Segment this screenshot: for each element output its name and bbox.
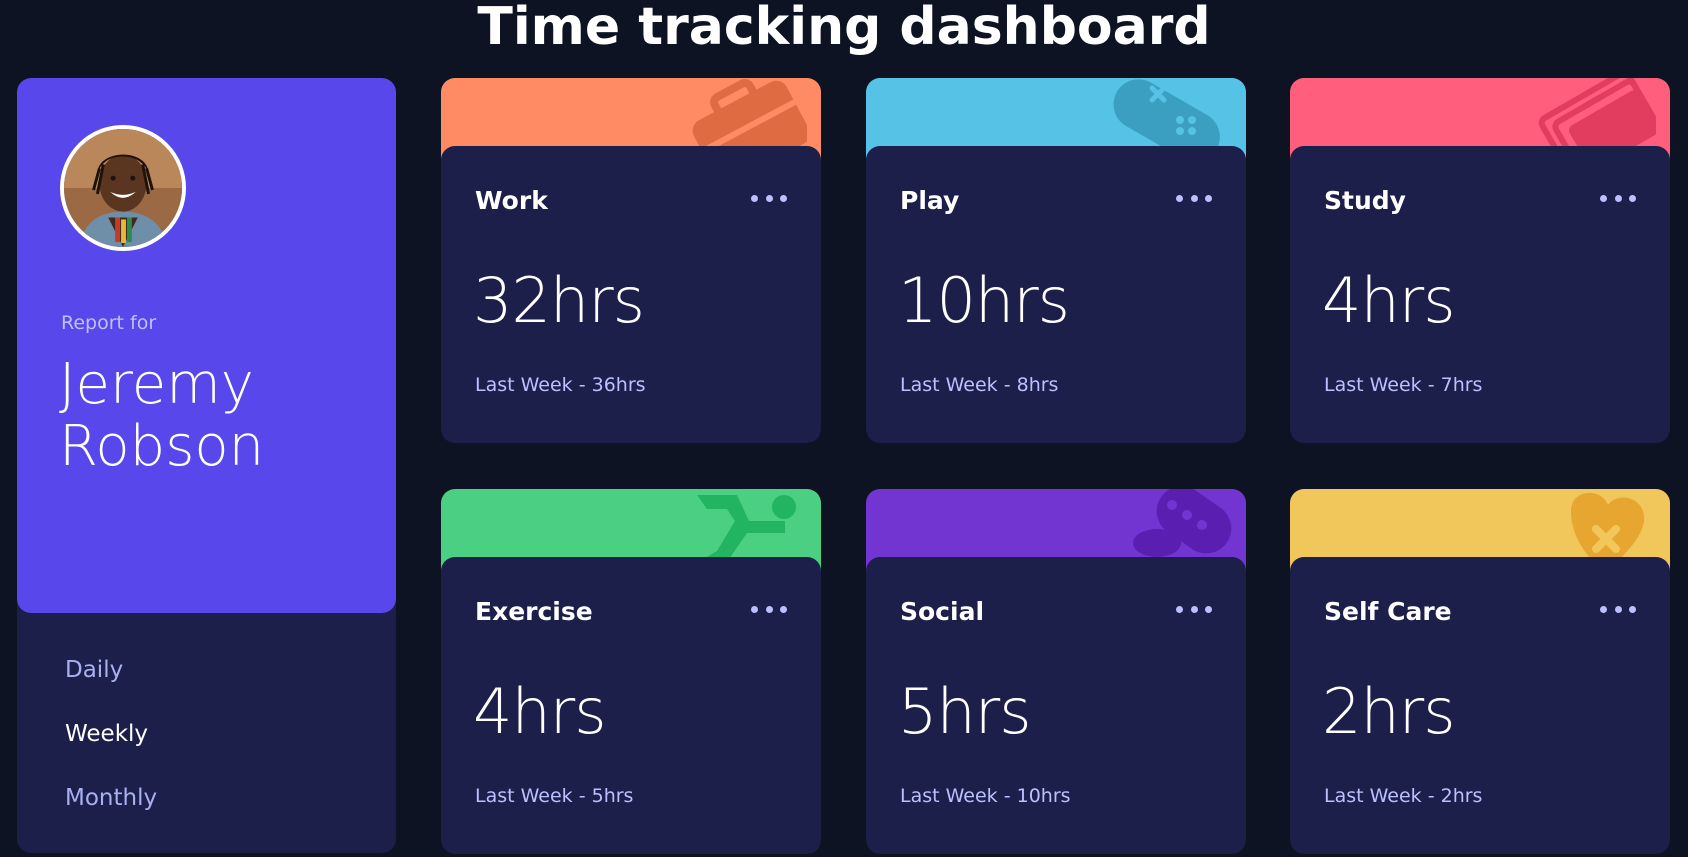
report-for-label: Report for (61, 312, 157, 334)
page-title: Time tracking dashboard (477, 0, 1211, 57)
card-title: Study (1324, 186, 1406, 215)
ellipsis-menu-icon[interactable] (1176, 601, 1212, 617)
previous-hours: Last Week - 2hrs (1324, 785, 1483, 807)
card-body: Exercise 4hrs Last Week - 5hrs (441, 557, 821, 854)
avatar-image (64, 129, 182, 247)
current-hours: 2hrs (1322, 675, 1456, 748)
activity-card-self-care[interactable]: Self Care 2hrs Last Week - 2hrs (1290, 489, 1670, 854)
current-hours: 4hrs (1322, 264, 1456, 337)
previous-hours: Last Week - 36hrs (475, 374, 646, 396)
card-body: Social 5hrs Last Week - 10hrs (866, 557, 1246, 854)
activity-card-social[interactable]: Social 5hrs Last Week - 10hrs (866, 489, 1246, 854)
card-body: Work 32hrs Last Week - 36hrs (441, 146, 821, 443)
activity-card-study[interactable]: Study 4hrs Last Week - 7hrs (1290, 78, 1670, 443)
activity-card-exercise[interactable]: Exercise 4hrs Last Week - 5hrs (441, 489, 821, 854)
card-title: Social (900, 597, 985, 626)
ellipsis-menu-icon[interactable] (751, 190, 787, 206)
profile-header: Report for Jeremy Robson (17, 78, 396, 613)
period-daily[interactable]: Daily (65, 650, 157, 714)
ellipsis-menu-icon[interactable] (1176, 190, 1212, 206)
card-body: Play 10hrs Last Week - 8hrs (866, 146, 1246, 443)
current-hours: 4hrs (473, 675, 607, 748)
period-selector: Daily Weekly Monthly (65, 650, 157, 842)
previous-hours: Last Week - 7hrs (1324, 374, 1483, 396)
card-title: Self Care (1324, 597, 1452, 626)
previous-hours: Last Week - 8hrs (900, 374, 1059, 396)
avatar (60, 125, 186, 251)
card-body: Self Care 2hrs Last Week - 2hrs (1290, 557, 1670, 854)
current-hours: 10hrs (898, 264, 1070, 337)
ellipsis-menu-icon[interactable] (1600, 601, 1636, 617)
current-hours: 5hrs (898, 675, 1032, 748)
user-name: Jeremy Robson (59, 352, 265, 479)
activity-card-work[interactable]: Work 32hrs Last Week - 36hrs (441, 78, 821, 443)
profile-card: Report for Jeremy Robson Daily Weekly Mo… (17, 78, 396, 853)
card-title: Work (475, 186, 548, 215)
previous-hours: Last Week - 10hrs (900, 785, 1071, 807)
card-title: Play (900, 186, 960, 215)
current-hours: 32hrs (473, 264, 645, 337)
period-monthly[interactable]: Monthly (65, 778, 157, 842)
card-title: Exercise (475, 597, 593, 626)
ellipsis-menu-icon[interactable] (751, 601, 787, 617)
activity-card-play[interactable]: Play 10hrs Last Week - 8hrs (866, 78, 1246, 443)
dashboard: Time tracking dashboard Report for Jerem… (0, 0, 1688, 857)
previous-hours: Last Week - 5hrs (475, 785, 634, 807)
period-weekly[interactable]: Weekly (65, 714, 157, 778)
card-body: Study 4hrs Last Week - 7hrs (1290, 146, 1670, 443)
ellipsis-menu-icon[interactable] (1600, 190, 1636, 206)
